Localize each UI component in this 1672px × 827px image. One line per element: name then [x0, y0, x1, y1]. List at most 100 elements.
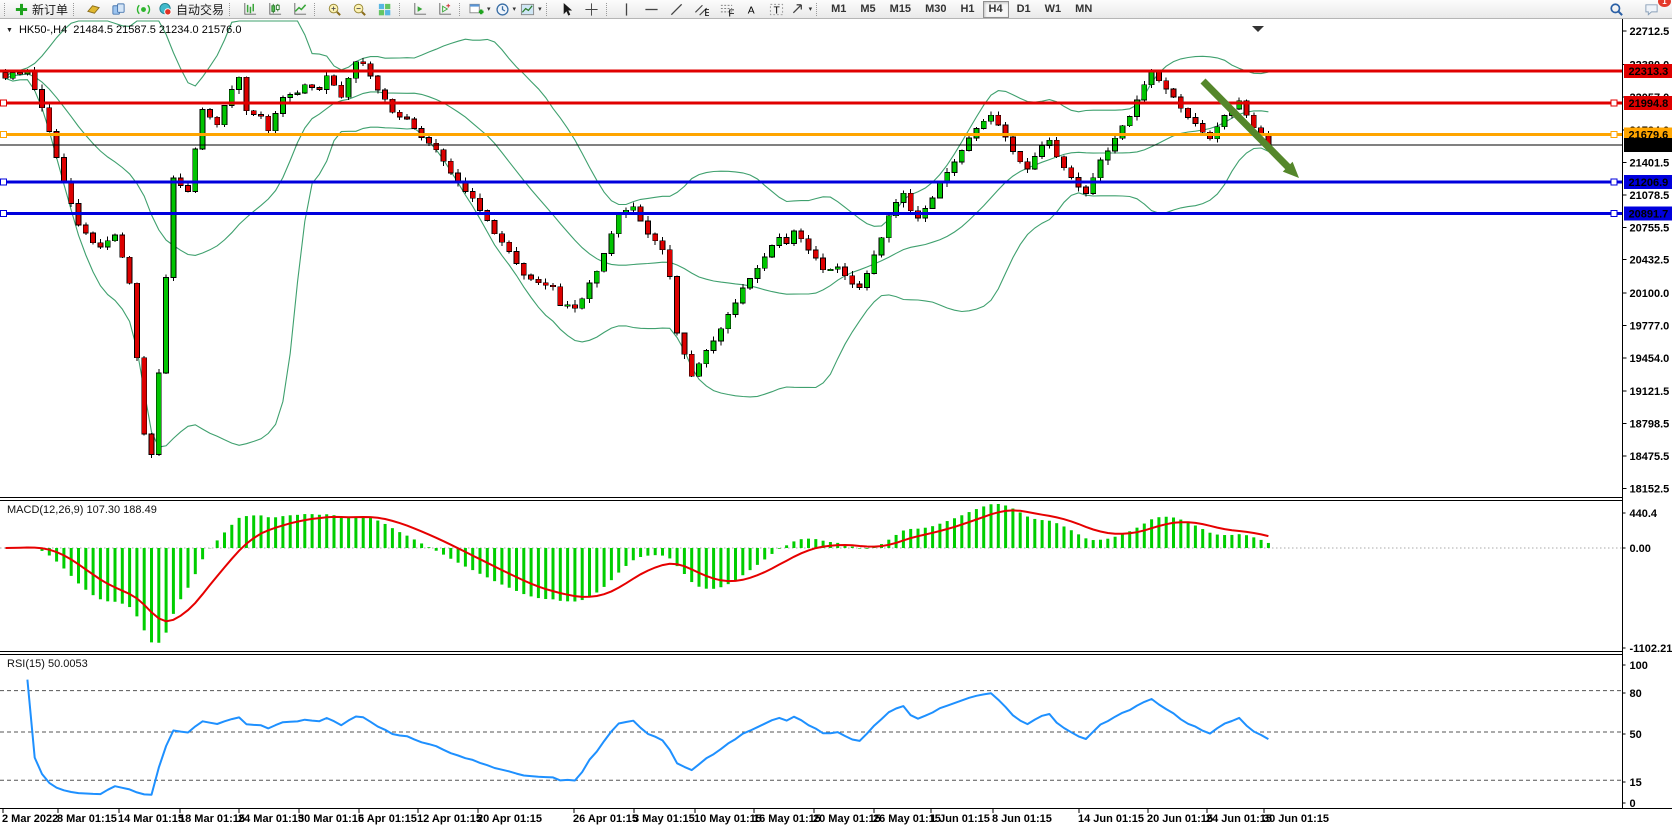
toolbar-grip[interactable]: [4, 3, 9, 16]
line-handle[interactable]: [1, 179, 7, 185]
chart-shift-button[interactable]: [432, 1, 457, 18]
line-handle[interactable]: [1611, 211, 1617, 217]
search-button[interactable]: [1604, 1, 1629, 18]
candle-body: [346, 78, 351, 97]
candle-body: [777, 237, 782, 245]
candle-body: [689, 354, 694, 376]
candle-body: [726, 315, 731, 329]
candle-body: [872, 255, 877, 273]
candle-body: [134, 283, 139, 357]
candle-body: [18, 73, 23, 75]
candle-body: [704, 351, 709, 364]
candle-body: [1200, 123, 1205, 132]
rsi-value: 50.0053: [48, 658, 88, 670]
candle-body: [40, 89, 45, 107]
date-axis-label: 1 Jun 01:15: [930, 813, 990, 825]
dropdown-caret-icon[interactable]: ▾: [513, 5, 517, 13]
indicator-axis-label: 80: [1630, 688, 1642, 700]
rsi-line[interactable]: [27, 680, 1268, 795]
date-axis-label: 14 Jun 01:15: [1078, 813, 1144, 825]
chart-area: 22712.522380.022057.021724.021401.521078…: [0, 19, 1672, 827]
text-button[interactable]: A: [739, 1, 764, 18]
bollinger-upper[interactable]: [6, 21, 1269, 226]
timeframe-M5[interactable]: M5: [854, 1, 881, 18]
arrows-button[interactable]: ▾: [789, 1, 815, 18]
timeframe-H1[interactable]: H1: [954, 1, 980, 18]
chart-shift-marker[interactable]: [1252, 26, 1264, 32]
price-axis-label: 21401.5: [1630, 158, 1670, 170]
zoom-in-button[interactable]: [322, 1, 347, 18]
candle-body: [667, 250, 672, 277]
tile-windows-button[interactable]: [372, 1, 397, 18]
timeframe-H4[interactable]: H4: [983, 1, 1009, 18]
autotrade-button[interactable]: 自动交易: [156, 1, 227, 18]
toolbar-grip[interactable]: [399, 3, 404, 16]
candle-body: [616, 214, 621, 233]
line-handle[interactable]: [1, 211, 7, 217]
toolbar-grip[interactable]: [314, 3, 319, 16]
line-handle[interactable]: [1611, 179, 1617, 185]
auto-scroll-button[interactable]: [407, 1, 432, 18]
candle-body: [120, 235, 125, 257]
equidistant-channel-button[interactable]: E: [689, 1, 714, 18]
date-axis-label: 30 Jun 01:15: [1263, 813, 1329, 825]
horizontal-line-button[interactable]: [639, 1, 664, 18]
zoom-in-icon: [327, 2, 342, 17]
vertical-line-button[interactable]: [614, 1, 639, 18]
date-axis-label: 20 May 01:15: [813, 813, 881, 825]
timeframe-W1[interactable]: W1: [1039, 1, 1068, 18]
toolbar-grip[interactable]: [459, 3, 464, 16]
auto-scroll-icon: [412, 2, 427, 17]
timeframe-M30[interactable]: M30: [919, 1, 952, 18]
candle-body: [1215, 127, 1220, 139]
price-axis-label: 20432.5: [1630, 255, 1670, 267]
candle-body: [514, 252, 519, 264]
dropdown-caret-icon[interactable]: ▾: [487, 5, 491, 13]
line-handle[interactable]: [1, 100, 7, 106]
chevron-down-icon[interactable]: ▼: [6, 27, 13, 34]
indicator-axis-label: 0: [1630, 798, 1636, 810]
signals-button[interactable]: [131, 1, 156, 18]
fibonacci-button[interactable]: F: [714, 1, 739, 18]
candle-body: [1149, 71, 1154, 84]
templates-icon: [520, 2, 535, 17]
dropdown-caret-icon[interactable]: ▾: [809, 5, 813, 13]
trend-line-button[interactable]: [664, 1, 689, 18]
timeframe-M15[interactable]: M15: [884, 1, 917, 18]
date-axis-label: 20 Apr 01:15: [477, 813, 542, 825]
dropdown-caret-icon[interactable]: ▾: [538, 5, 542, 13]
chart-shift-icon: [437, 2, 452, 17]
chart-window-button[interactable]: [81, 1, 106, 18]
timeframe-M1[interactable]: M1: [825, 1, 852, 18]
toolbar-grip[interactable]: [229, 3, 234, 16]
zoom-out-button[interactable]: [347, 1, 372, 18]
candle-body: [164, 277, 169, 373]
text-label-button[interactable]: T: [764, 1, 789, 18]
periods-button[interactable]: ▾: [493, 1, 519, 18]
line-handle[interactable]: [1611, 100, 1617, 106]
bars-chart-button[interactable]: [237, 1, 262, 18]
candle-body: [1171, 89, 1176, 97]
profiles-button[interactable]: [106, 1, 131, 18]
timeframe-D1[interactable]: D1: [1011, 1, 1037, 18]
date-axis-label: 8 Mar 01:15: [57, 813, 117, 825]
horizontal-lines-layer: [0, 71, 1623, 217]
line-chart-button[interactable]: [287, 1, 312, 18]
crosshair-button[interactable]: [579, 1, 604, 18]
candles-layer: [3, 58, 1271, 458]
line-handle[interactable]: [1, 132, 7, 138]
mt4-window: 新订单自动交易▾▾▾EFAT▾M1M5M15M30H1H4D1W1MN1 227…: [0, 0, 1672, 826]
toolbar-grip[interactable]: [816, 3, 821, 16]
toolbar-grip[interactable]: [606, 3, 611, 16]
candle-body: [660, 241, 665, 250]
candles-chart-button[interactable]: [262, 1, 287, 18]
toolbar-grip[interactable]: [73, 3, 78, 16]
notifications-button[interactable]: 1: [1639, 1, 1664, 18]
timeframe-MN[interactable]: MN: [1069, 1, 1098, 18]
toolbar-grip[interactable]: [546, 3, 551, 16]
line-handle[interactable]: [1611, 132, 1617, 138]
templates-button[interactable]: ▾: [518, 1, 544, 18]
cursor-button[interactable]: [554, 1, 579, 18]
new-order-button[interactable]: 新订单: [12, 1, 71, 18]
indicators-button[interactable]: ▾: [467, 1, 493, 18]
